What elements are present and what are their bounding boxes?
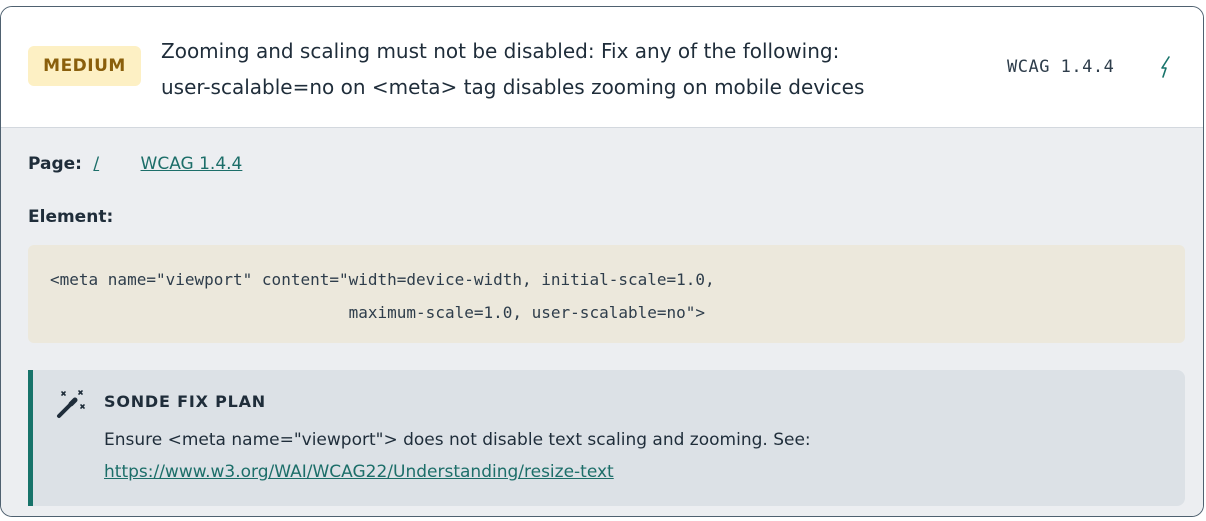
fix-plan-link[interactable]: https://www.w3.org/WAI/WCAG22/Understand… xyxy=(104,462,614,482)
page-link[interactable]: / xyxy=(93,154,99,174)
issue-header[interactable]: MEDIUM Zooming and scaling must not be d… xyxy=(1,7,1203,128)
element-label: Element: xyxy=(28,207,114,227)
fix-plan-title: SONDE FIX PLAN xyxy=(104,392,266,411)
code-line-2: maximum-scale=1.0, user-scalable=no"> xyxy=(50,303,706,322)
page-label: Page: xyxy=(28,154,82,174)
fix-plan-description: Ensure <meta name="viewport"> does not d… xyxy=(104,430,811,450)
fix-plan-panel: SONDE FIX PLAN Ensure <meta name="viewpo… xyxy=(28,370,1185,506)
wcag-link[interactable]: WCAG 1.4.4 xyxy=(141,154,243,174)
issue-title-line-2: user-scalable=no on <meta> tag disables … xyxy=(161,75,865,99)
issue-details: Page: / WCAG 1.4.4 Element: <meta name="… xyxy=(1,128,1203,516)
wcag-tag: WCAG 1.4.4 xyxy=(1007,57,1115,77)
fix-plan-text: Ensure <meta name="viewport"> does not d… xyxy=(104,424,1164,488)
bolt-icon[interactable] xyxy=(1156,55,1176,79)
issue-title-line-1: Zooming and scaling must not be disabled… xyxy=(161,39,840,63)
issue-card: MEDIUM Zooming and scaling must not be d… xyxy=(0,6,1204,517)
magic-wand-icon xyxy=(57,390,85,418)
code-line-1: <meta name="viewport" content="width=dev… xyxy=(50,270,715,289)
severity-badge: MEDIUM xyxy=(28,46,141,86)
element-code-block: <meta name="viewport" content="width=dev… xyxy=(28,245,1185,343)
issue-title: Zooming and scaling must not be disabled… xyxy=(161,33,981,105)
page-row: Page: / WCAG 1.4.4 xyxy=(28,154,242,174)
